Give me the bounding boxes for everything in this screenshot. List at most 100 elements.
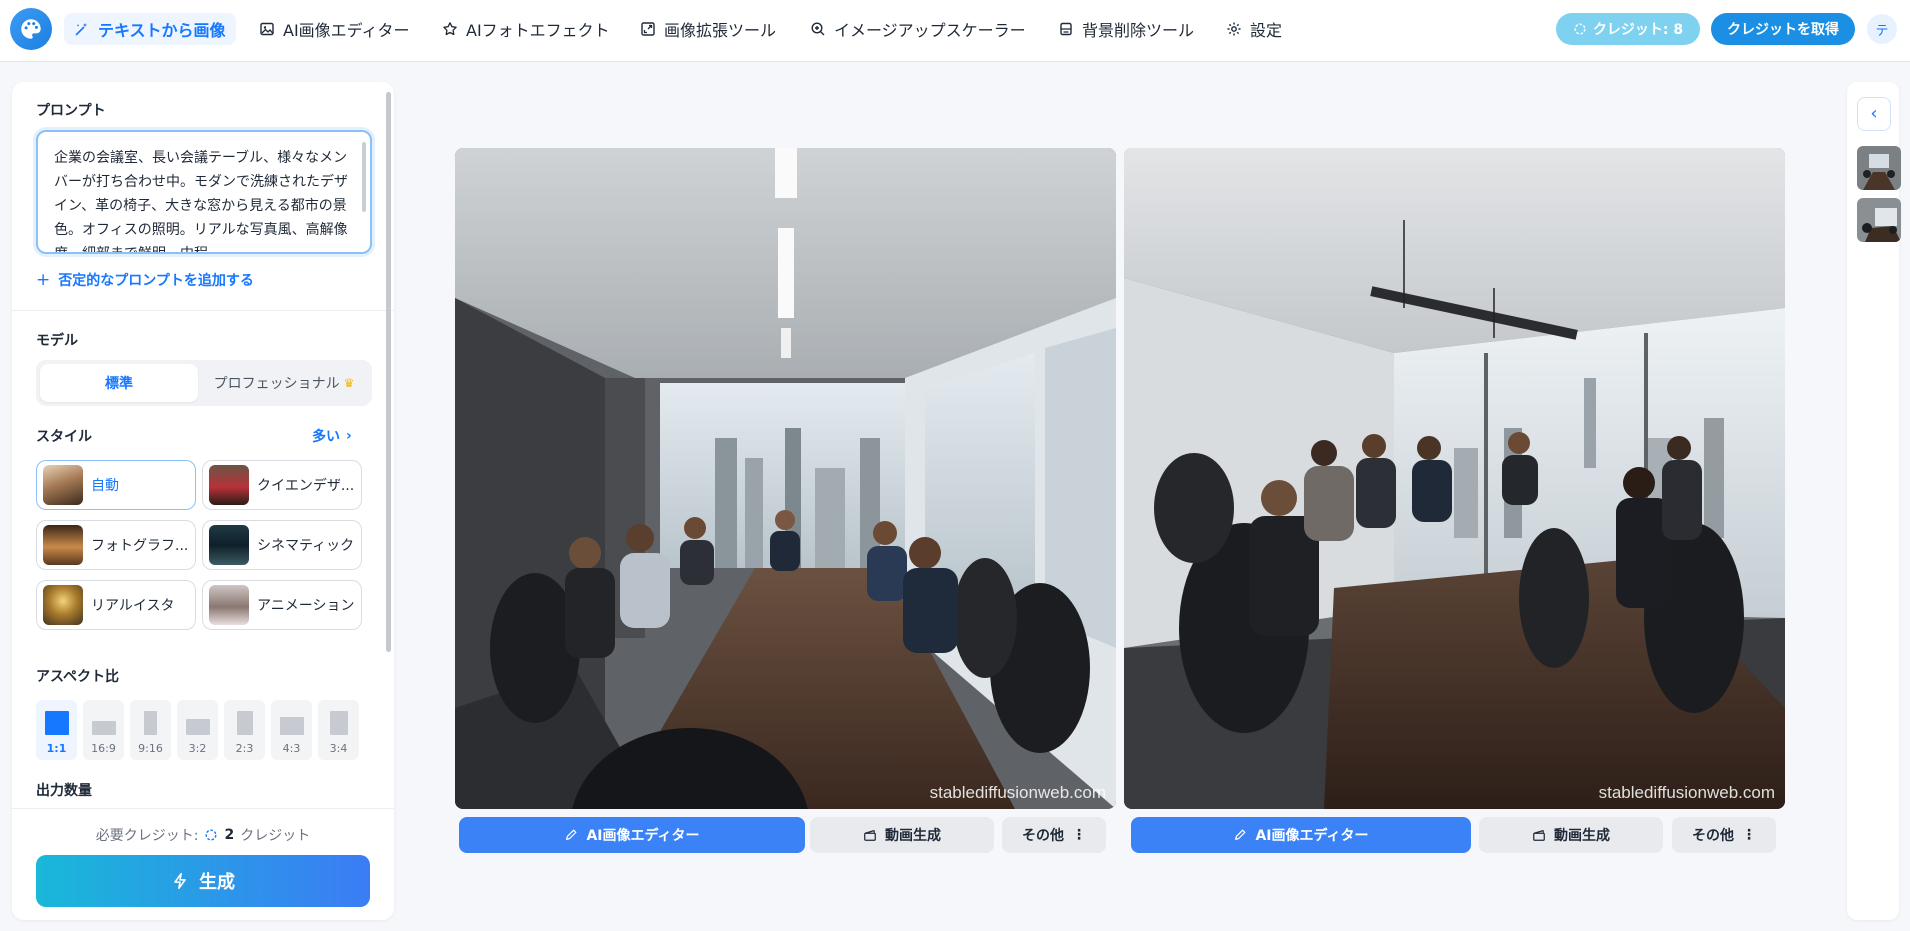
- crown-icon: ♛: [343, 376, 355, 390]
- generation-settings-panel: プロンプト 企業の会議室、長い会議テーブル、様々なメンバーが打ち合わせ中。モダン…: [12, 82, 394, 920]
- style-card-realistic[interactable]: リアルイスタ: [36, 580, 196, 630]
- video-generation-button-2[interactable]: 動画生成: [1479, 817, 1663, 853]
- history-thumbnail-2[interactable]: [1857, 198, 1901, 242]
- nav-ai-photo-effect[interactable]: AIフォトエフェクト: [432, 13, 620, 45]
- aspect-shape-icon: [185, 719, 210, 735]
- style-card-animation[interactable]: アニメーション: [202, 580, 362, 630]
- generate-label: 生成: [199, 872, 235, 893]
- style-card-queen-design[interactable]: クイエンデザ...: [202, 460, 362, 510]
- cost-prefix: 必要クレジット:: [95, 828, 199, 844]
- watermark: stablediffusionweb.com: [929, 783, 1106, 802]
- style-label: アニメーション: [257, 598, 355, 614]
- more-label: 多い: [312, 429, 340, 445]
- generate-button[interactable]: 生成: [36, 855, 370, 907]
- video-generation-button-1[interactable]: 動画生成: [810, 817, 994, 853]
- aspect-option-9-16[interactable]: 9:16: [130, 700, 171, 760]
- prompt-textarea[interactable]: 企業の会議室、長い会議テーブル、様々なメンバーが打ち合わせ中。モダンで洗練された…: [36, 130, 372, 254]
- add-negative-prompt-link[interactable]: + 否定的なプロンプトを追加する: [36, 270, 254, 290]
- user-avatar[interactable]: テ: [1867, 14, 1897, 44]
- model-option-standard[interactable]: 標準: [40, 364, 198, 402]
- expand-icon: [641, 22, 655, 36]
- clapperboard-icon: [864, 829, 876, 841]
- generate-footer: 必要クレジット: 2 クレジット 生成: [12, 808, 394, 920]
- gear-icon: [1227, 22, 1241, 36]
- nav-label: 背景削除ツール: [1082, 21, 1195, 40]
- eraser-icon: [1060, 22, 1072, 36]
- style-card-cinematic[interactable]: シネマティック: [202, 520, 362, 570]
- ai-image-editor-button-2[interactable]: AI画像エディター: [1131, 817, 1471, 853]
- nav-label: AIフォトエフェクト: [466, 21, 610, 40]
- image-icon: [260, 22, 274, 36]
- nav-image-upscaler[interactable]: イメージアップスケーラー: [800, 13, 1036, 45]
- settings-scroll-area[interactable]: プロンプト 企業の会議室、長い会議テーブル、様々なメンバーが打ち合わせ中。モダン…: [12, 82, 394, 808]
- collapse-history-button[interactable]: ‹: [1857, 97, 1891, 131]
- prompt-text: 企業の会議室、長い会議テーブル、様々なメンバーが打ち合わせ中。モダンで洗練された…: [54, 150, 348, 254]
- style-thumbnail: [43, 465, 83, 505]
- nav-background-remover[interactable]: 背景削除ツール: [1048, 13, 1204, 45]
- meeting-room-photo: [1124, 148, 1785, 809]
- aspect-option-2-3[interactable]: 2:3: [224, 700, 265, 760]
- credit-coin-icon: [205, 829, 217, 841]
- aspect-option-1-1[interactable]: 1:1: [36, 700, 77, 760]
- cost-amount: 2: [224, 827, 235, 843]
- nav-label: テキストから画像: [98, 21, 226, 40]
- spinner-icon: [1574, 23, 1586, 35]
- aspect-label: 3:2: [188, 742, 207, 755]
- panel-scrollbar[interactable]: [386, 92, 391, 652]
- nav-settings[interactable]: 設定: [1216, 13, 1292, 45]
- style-card-photography[interactable]: フォトグラフ...: [36, 520, 196, 570]
- magic-wand-icon: [75, 23, 87, 36]
- style-card-auto[interactable]: 自動: [36, 460, 196, 510]
- pencil-icon: [566, 829, 577, 840]
- aspect-label: 2:3: [235, 742, 254, 755]
- credits-balance-pill[interactable]: クレジット: 8: [1556, 13, 1700, 45]
- prompt-title: プロンプト: [36, 103, 106, 119]
- aspect-label: 16:9: [91, 742, 116, 755]
- nav-label: イメージアップスケーラー: [834, 21, 1026, 40]
- history-thumbnail-image: [1857, 198, 1901, 242]
- pencil-icon: [1235, 829, 1246, 840]
- aspect-option-4-3[interactable]: 4:3: [271, 700, 312, 760]
- aspect-shape-icon: [144, 711, 157, 735]
- video-label: 動画生成: [885, 828, 941, 844]
- aspect-option-3-2[interactable]: 3:2: [177, 700, 218, 760]
- nav-label: 画像拡張ツール: [664, 21, 777, 40]
- watermark: stablediffusionweb.com: [1598, 783, 1775, 802]
- more-options-button-1[interactable]: その他 ⋮: [1002, 817, 1106, 853]
- aspect-option-3-4[interactable]: 3:4: [318, 700, 359, 760]
- style-thumbnail: [43, 525, 83, 565]
- nav-text-to-image[interactable]: テキストから画像: [64, 13, 236, 45]
- output-quantity-title: 出力数量: [36, 783, 92, 799]
- ai-image-editor-button-1[interactable]: AI画像エディター: [459, 817, 805, 853]
- result-image-1[interactable]: stablediffusionweb.com: [455, 148, 1116, 809]
- kebab-menu-icon: ⋮: [1742, 827, 1756, 843]
- style-label: シネマティック: [257, 538, 355, 554]
- style-more-link[interactable]: 多い ›: [312, 426, 352, 446]
- nav-image-expander[interactable]: 画像拡張ツール: [630, 13, 786, 45]
- style-thumbnail: [209, 585, 249, 625]
- aspect-shape-icon: [279, 717, 304, 735]
- more-options-button-2[interactable]: その他 ⋮: [1672, 817, 1776, 853]
- model-title: モデル: [36, 333, 78, 349]
- credits-balance-label: クレジット: 8: [1592, 22, 1684, 38]
- get-credits-button[interactable]: クレジットを取得: [1711, 13, 1855, 45]
- kebab-menu-icon: ⋮: [1072, 827, 1086, 843]
- model-option-professional[interactable]: プロフェッショナル ♛: [200, 364, 368, 402]
- nav-ai-image-editor[interactable]: AI画像エディター: [249, 13, 420, 45]
- aspect-option-16-9[interactable]: 16:9: [83, 700, 124, 760]
- palette-logo-icon[interactable]: [10, 8, 52, 50]
- aspect-ratio-title: アスペクト比: [36, 669, 120, 685]
- nav-label: 設定: [1250, 21, 1283, 40]
- clapperboard-icon: [1533, 829, 1545, 841]
- prompt-scrollbar[interactable]: [362, 142, 366, 212]
- lightning-icon: [174, 872, 186, 890]
- style-label: フォトグラフ...: [91, 538, 189, 554]
- history-thumbnail-1[interactable]: [1857, 146, 1901, 190]
- chevron-left-icon: ‹: [1870, 103, 1878, 124]
- editor-label: AI画像エディター: [1255, 828, 1369, 844]
- aspect-shape-icon: [236, 711, 253, 735]
- aspect-label: 4:3: [282, 742, 301, 755]
- model-selector: 標準 プロフェッショナル ♛: [36, 360, 372, 406]
- result-image-2[interactable]: stablediffusionweb.com: [1124, 148, 1785, 809]
- aspect-shape-icon: [44, 711, 69, 735]
